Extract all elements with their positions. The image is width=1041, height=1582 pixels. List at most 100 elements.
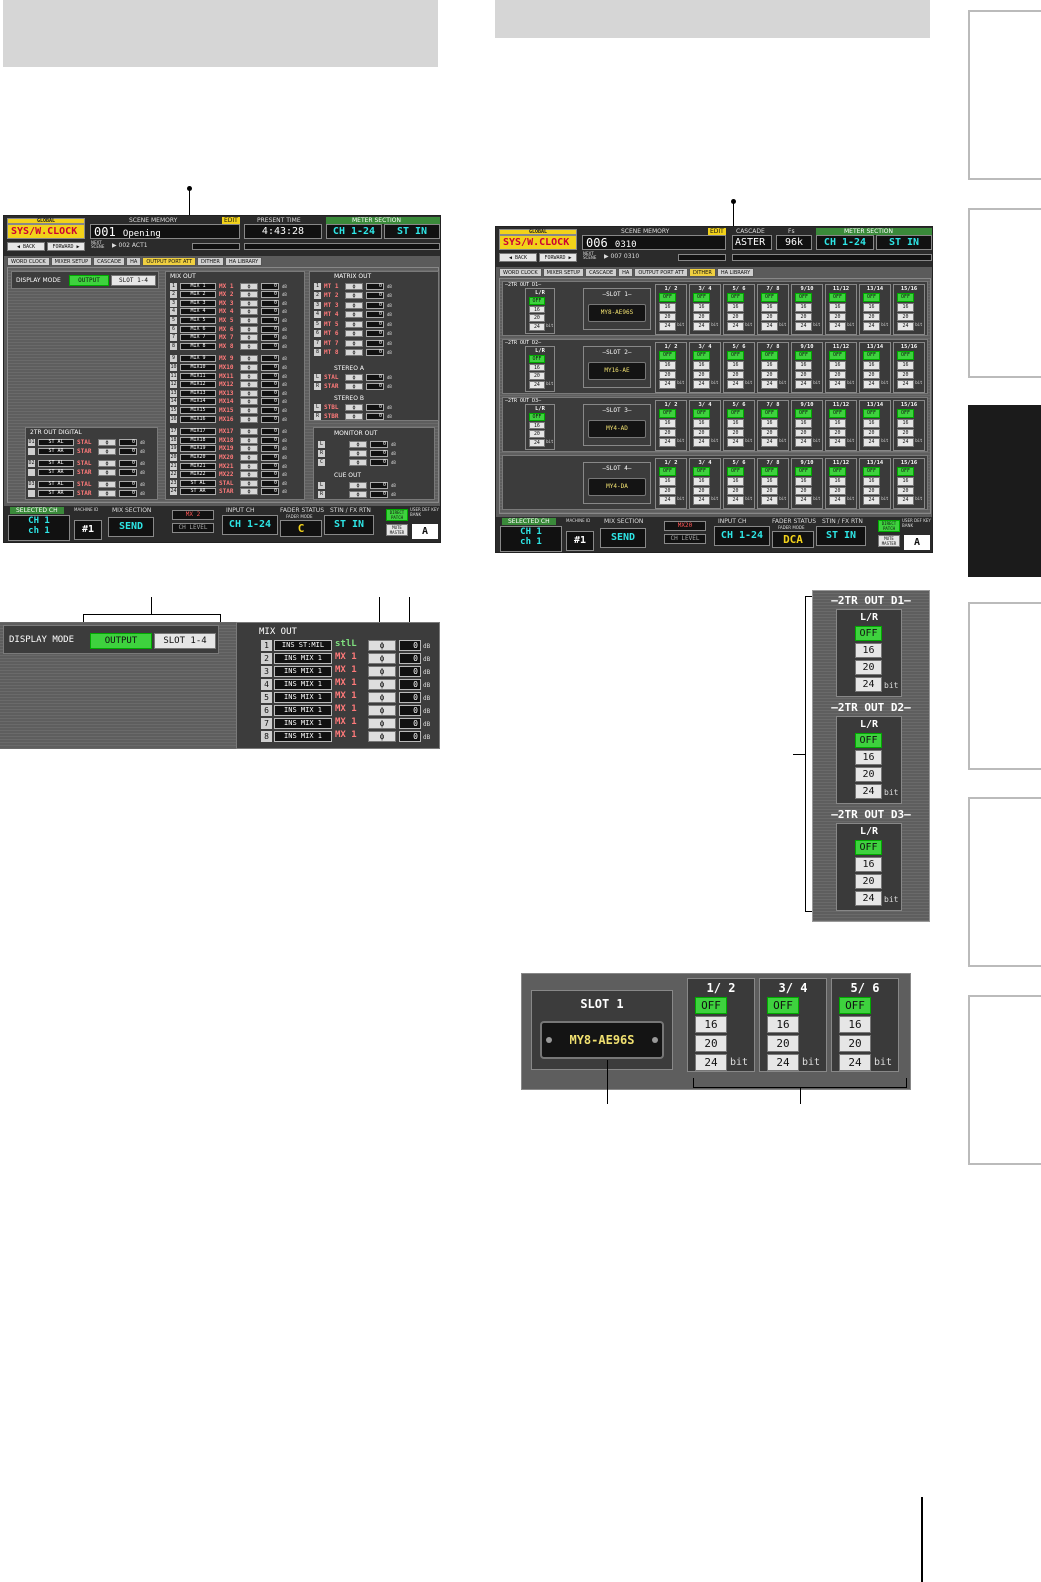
bit-24-button[interactable]: 24 bbox=[692, 380, 711, 390]
phase-button[interactable]: ϕ bbox=[240, 363, 258, 371]
send-button[interactable]: SEND bbox=[600, 528, 646, 548]
ch-level[interactable]: CH LEVEL bbox=[664, 534, 706, 544]
bit-16-button[interactable]: 16 bbox=[528, 305, 546, 314]
phase-button[interactable]: ϕ bbox=[345, 349, 363, 356]
att-value[interactable]: 0 bbox=[261, 488, 279, 496]
att-value[interactable]: 0 bbox=[366, 292, 384, 299]
zoom1-att-value[interactable]: 0 bbox=[399, 731, 421, 742]
bit-20-button[interactable]: 20 bbox=[760, 486, 779, 496]
tab-ha-library[interactable]: HA LIBRARY bbox=[716, 268, 755, 277]
zoom1-att-value[interactable]: 0 bbox=[399, 705, 421, 716]
bit-16-button[interactable]: 16 bbox=[760, 360, 779, 370]
phase-button[interactable]: ϕ bbox=[345, 412, 363, 420]
phase-button[interactable]: ϕ bbox=[240, 308, 258, 316]
bit-20-button[interactable]: 20 bbox=[828, 370, 847, 380]
bit-16-button[interactable]: 16 bbox=[794, 302, 813, 312]
bit-20-button[interactable]: 20 bbox=[726, 312, 745, 322]
bit-16-button[interactable]: 16 bbox=[862, 302, 881, 312]
att-value[interactable]: 0 bbox=[119, 480, 137, 488]
zoom1-att-value[interactable]: 0 bbox=[399, 679, 421, 690]
bit-20-button[interactable]: 20 bbox=[658, 428, 677, 438]
bit-off-button[interactable]: OFF bbox=[760, 409, 779, 418]
bit-off-button[interactable]: OFF bbox=[862, 351, 881, 360]
zoom2-bit-20-button[interactable]: 20 bbox=[855, 767, 882, 782]
phase-button[interactable]: ϕ bbox=[240, 415, 258, 423]
bit-20-button[interactable]: 20 bbox=[528, 314, 546, 322]
phase-button[interactable]: ϕ bbox=[240, 299, 258, 307]
bit-off-button[interactable]: OFF bbox=[692, 293, 711, 302]
bit-24-button[interactable]: 24 bbox=[862, 438, 881, 448]
att-value[interactable]: 0 bbox=[261, 428, 279, 436]
bit-20-button[interactable]: 20 bbox=[794, 486, 813, 496]
bit-16-button[interactable]: 16 bbox=[760, 476, 779, 486]
bit-24-button[interactable]: 24 bbox=[896, 322, 915, 332]
bit-24-button[interactable]: 24 bbox=[794, 380, 813, 390]
att-value[interactable]: 0 bbox=[261, 325, 279, 333]
bit-20-button[interactable]: 20 bbox=[794, 312, 813, 322]
bit-24-button[interactable]: 24 bbox=[528, 380, 546, 389]
bit-20-button[interactable]: 20 bbox=[794, 370, 813, 380]
att-value[interactable]: 0 bbox=[261, 415, 279, 423]
bit-24-button[interactable]: 24 bbox=[828, 322, 847, 332]
bit-20-button[interactable]: 20 bbox=[692, 312, 711, 322]
ch-level[interactable]: CH LEVEL bbox=[172, 523, 214, 533]
selected-ch-display[interactable]: CH 1 ch 1 bbox=[500, 526, 562, 552]
bit-off-button[interactable]: OFF bbox=[896, 351, 915, 360]
meter-stin-button[interactable]: ST IN bbox=[384, 224, 440, 239]
zoom1-phase-button[interactable]: ϕ bbox=[368, 666, 396, 677]
bit-off-button[interactable]: OFF bbox=[828, 409, 847, 418]
bit-off-button[interactable]: OFF bbox=[658, 467, 677, 476]
zoom3-bit-off-button[interactable]: OFF bbox=[767, 997, 799, 1014]
zoom3-bit-24-button[interactable]: 24 bbox=[767, 1054, 799, 1071]
zoom1-phase-button[interactable]: ϕ bbox=[368, 679, 396, 690]
bit-16-button[interactable]: 16 bbox=[862, 476, 881, 486]
bit-16-button[interactable]: 16 bbox=[528, 363, 546, 372]
phase-button[interactable]: ϕ bbox=[240, 445, 258, 453]
bit-20-button[interactable]: 20 bbox=[828, 428, 847, 438]
bit-24-button[interactable]: 24 bbox=[896, 438, 915, 448]
bit-24-button[interactable]: 24 bbox=[760, 380, 779, 390]
bit-off-button[interactable]: OFF bbox=[528, 297, 546, 305]
bit-off-button[interactable]: OFF bbox=[726, 351, 745, 360]
zoom2-bit-16-button[interactable]: 16 bbox=[855, 750, 882, 765]
phase-button[interactable]: ϕ bbox=[349, 490, 367, 498]
phase-button[interactable]: ϕ bbox=[349, 449, 367, 457]
stin-button[interactable]: ST IN bbox=[324, 515, 374, 535]
phase-button[interactable]: ϕ bbox=[240, 389, 258, 397]
zoom2-bit-24-button[interactable]: 24 bbox=[855, 677, 882, 692]
bit-24-button[interactable]: 24 bbox=[896, 496, 915, 506]
phase-button[interactable]: ϕ bbox=[240, 316, 258, 324]
att-value[interactable]: 0 bbox=[261, 445, 279, 453]
att-value[interactable]: 0 bbox=[261, 381, 279, 389]
tab-output-port-att[interactable]: OUTPUT PORT ATT bbox=[634, 268, 689, 277]
input-ch-button[interactable]: CH 1-24 bbox=[222, 515, 278, 535]
zoom2-bit-off-button[interactable]: OFF bbox=[855, 626, 882, 641]
bit-20-button[interactable]: 20 bbox=[726, 428, 745, 438]
bit-16-button[interactable]: 16 bbox=[794, 418, 813, 428]
att-value[interactable]: 0 bbox=[261, 308, 279, 316]
att-value[interactable]: 0 bbox=[261, 355, 279, 363]
bit-16-button[interactable]: 16 bbox=[862, 418, 881, 428]
sys-wclock-button-2[interactable]: SYS/W.CLOCK bbox=[499, 235, 577, 250]
att-value[interactable]: 0 bbox=[119, 459, 137, 467]
bit-off-button[interactable]: OFF bbox=[726, 409, 745, 418]
bit-24-button[interactable]: 24 bbox=[794, 438, 813, 448]
bit-24-button[interactable]: 24 bbox=[692, 322, 711, 332]
phase-button[interactable]: ϕ bbox=[240, 325, 258, 333]
att-value[interactable]: 0 bbox=[119, 469, 137, 476]
bit-16-button[interactable]: 16 bbox=[896, 418, 915, 428]
att-value[interactable]: 0 bbox=[370, 481, 388, 489]
bit-24-button[interactable]: 24 bbox=[726, 322, 745, 332]
bit-off-button[interactable]: OFF bbox=[692, 409, 711, 418]
bit-24-button[interactable]: 24 bbox=[862, 380, 881, 390]
tab-ha[interactable]: HA bbox=[618, 268, 634, 277]
bank-button[interactable]: A bbox=[412, 524, 438, 539]
zoom2-bit-20-button[interactable]: 20 bbox=[855, 874, 882, 889]
selected-ch-display[interactable]: CH 1 ch 1 bbox=[8, 515, 70, 541]
phase-button[interactable]: ϕ bbox=[98, 469, 116, 476]
sys-wclock-button[interactable]: SYS/W.CLOCK bbox=[7, 224, 85, 239]
bit-20-button[interactable]: 20 bbox=[896, 486, 915, 496]
tab-word-clock[interactable]: WORD CLOCK bbox=[499, 268, 542, 277]
bit-16-button[interactable]: 16 bbox=[692, 476, 711, 486]
bit-24-button[interactable]: 24 bbox=[760, 322, 779, 332]
